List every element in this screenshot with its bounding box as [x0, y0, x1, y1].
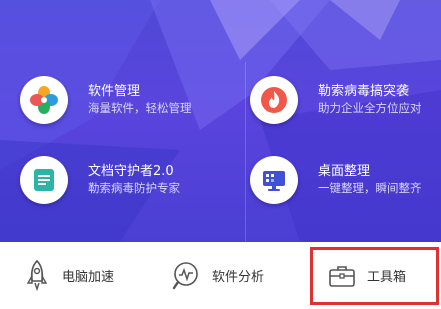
tile-title: 软件管理 — [88, 84, 141, 99]
flame-icon — [250, 76, 298, 124]
tile-subtitle: 助力企业全方位应对 — [318, 101, 422, 115]
analysis-label: 软件分析 — [212, 270, 265, 285]
software-analysis-button[interactable]: 软件分析 — [170, 242, 264, 309]
clover-icon — [20, 76, 68, 124]
hero-banner: 软件管理 海量软件，轻松管理 勒索病毒搞突袭 助力企业全方位应对 文档守护者2.… — [0, 0, 441, 242]
tile-title: 文档守护者2.0 — [88, 164, 174, 179]
tile-subtitle: 海量软件，轻松管理 — [88, 101, 192, 115]
toolbox-button[interactable]: 工具箱 — [325, 242, 406, 309]
tile-software-manager[interactable]: 软件管理 海量软件，轻松管理 — [20, 76, 230, 146]
tile-subtitle: 勒索病毒防护专家 — [88, 181, 180, 195]
speedup-label: 电脑加速 — [62, 270, 115, 285]
analysis-magnifier-icon — [170, 256, 204, 296]
tile-ransomware-alert[interactable]: 勒索病毒搞突袭 助力企业全方位应对 — [250, 76, 441, 146]
tile-title: 勒索病毒搞突袭 — [318, 84, 410, 99]
rocket-icon — [20, 256, 54, 296]
tile-document-guardian[interactable]: 文档守护者2.0 勒索病毒防护专家 — [20, 156, 230, 226]
monitor-icon — [250, 156, 298, 204]
tile-divider — [245, 62, 246, 242]
tile-subtitle: 一键整理，瞬间整齐 — [318, 181, 422, 195]
document-icon — [20, 156, 68, 204]
bottom-toolbar: 电脑加速 软件分析 工具箱 — [0, 242, 441, 309]
toolbox-icon — [325, 256, 359, 296]
tile-title: 桌面整理 — [318, 164, 371, 179]
toolbox-label: 工具箱 — [367, 270, 407, 285]
speedup-button[interactable]: 电脑加速 — [20, 242, 114, 309]
tile-desktop-organizer[interactable]: 桌面整理 一键整理，瞬间整齐 — [250, 156, 441, 226]
